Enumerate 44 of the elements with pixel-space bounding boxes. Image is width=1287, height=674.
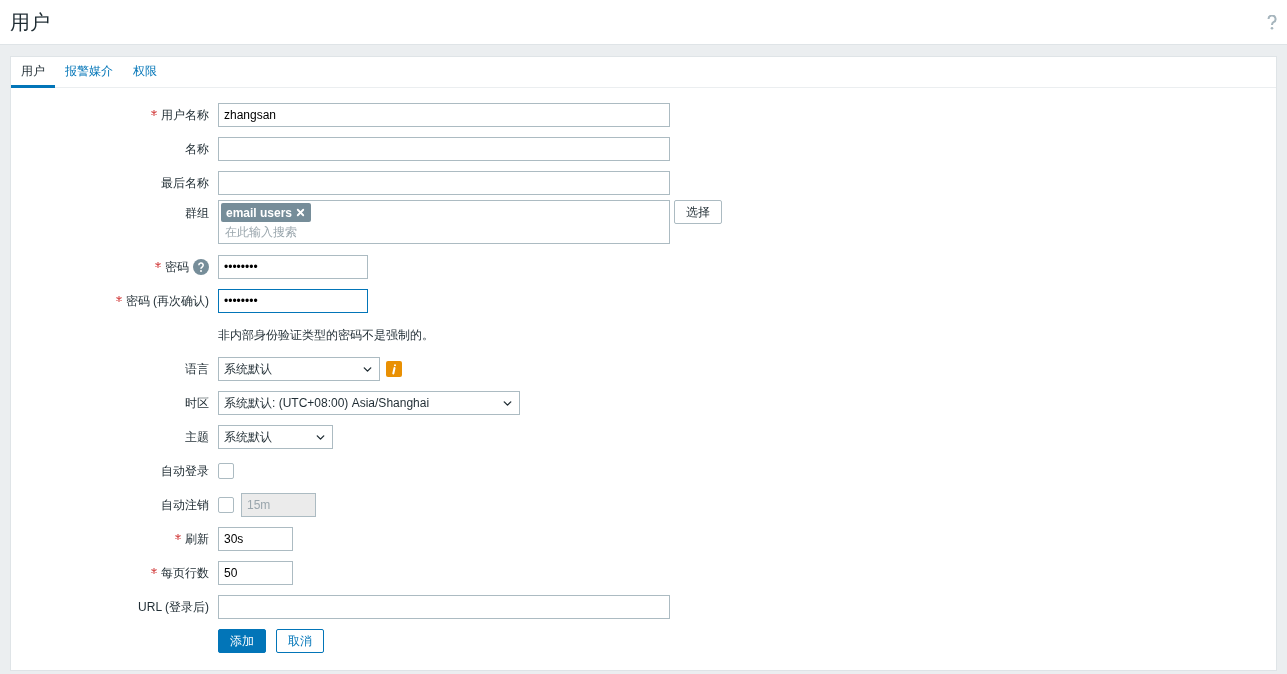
select-button[interactable]: 选择: [674, 200, 722, 224]
required-asterisk-icon: [115, 296, 122, 302]
field-label: 时区: [185, 395, 209, 412]
field-label: 密码: [165, 259, 189, 276]
help-icon[interactable]: [193, 259, 209, 275]
text-input[interactable]: zhangsan: [218, 103, 670, 127]
text-input[interactable]: [218, 137, 670, 161]
add-button[interactable]: 添加: [218, 629, 266, 653]
required-asterisk-icon: [151, 110, 157, 116]
cancel-button[interactable]: 取消: [276, 629, 324, 653]
required-asterisk-icon: [175, 534, 181, 540]
field-label: URL (登录后): [138, 599, 209, 616]
required-asterisk-icon: [151, 568, 157, 574]
dropdown-select[interactable]: 系统默认: (UTC+08:00) Asia/Shanghai: [218, 391, 520, 415]
checkbox[interactable]: [218, 463, 234, 479]
field-label: 主题: [185, 429, 209, 446]
field-label: 用户名称: [161, 107, 209, 124]
field-label: 刷新: [185, 531, 209, 548]
info-icon[interactable]: [386, 361, 402, 377]
text-input[interactable]: [218, 595, 670, 619]
page-title: 用户: [10, 10, 50, 35]
field-label: 密码 (再次确认): [125, 293, 209, 310]
field-label: 群组: [185, 205, 209, 222]
text-input[interactable]: [218, 171, 670, 195]
text-input[interactable]: ••••••••: [218, 289, 368, 313]
field-label: 最后名称: [161, 175, 209, 192]
text-input[interactable]: 30s: [218, 527, 293, 551]
help-icon[interactable]: [1267, 14, 1277, 30]
tab[interactable]: 权限: [123, 57, 167, 88]
field-label: 每页行数: [161, 565, 209, 582]
text-input[interactable]: 50: [218, 561, 293, 585]
dropdown-select[interactable]: 系统默认: [218, 357, 380, 381]
close-icon[interactable]: [295, 207, 307, 218]
text-input[interactable]: ••••••••: [218, 255, 368, 279]
field-label: 自动登录: [161, 463, 209, 480]
field-label: 自动注销: [161, 497, 209, 514]
tab[interactable]: 用户: [11, 57, 55, 88]
field-label: 语言: [185, 361, 209, 378]
search-placeholder: 在此输入搜索: [224, 224, 298, 241]
required-asterisk-icon: [155, 262, 161, 268]
dropdown-select[interactable]: 系统默认: [218, 425, 333, 449]
password-note: 非内部身份验证类型的密码不是强制的。: [218, 327, 434, 344]
tab[interactable]: 报警媒介: [55, 57, 123, 88]
field-label: 名称: [185, 141, 209, 158]
